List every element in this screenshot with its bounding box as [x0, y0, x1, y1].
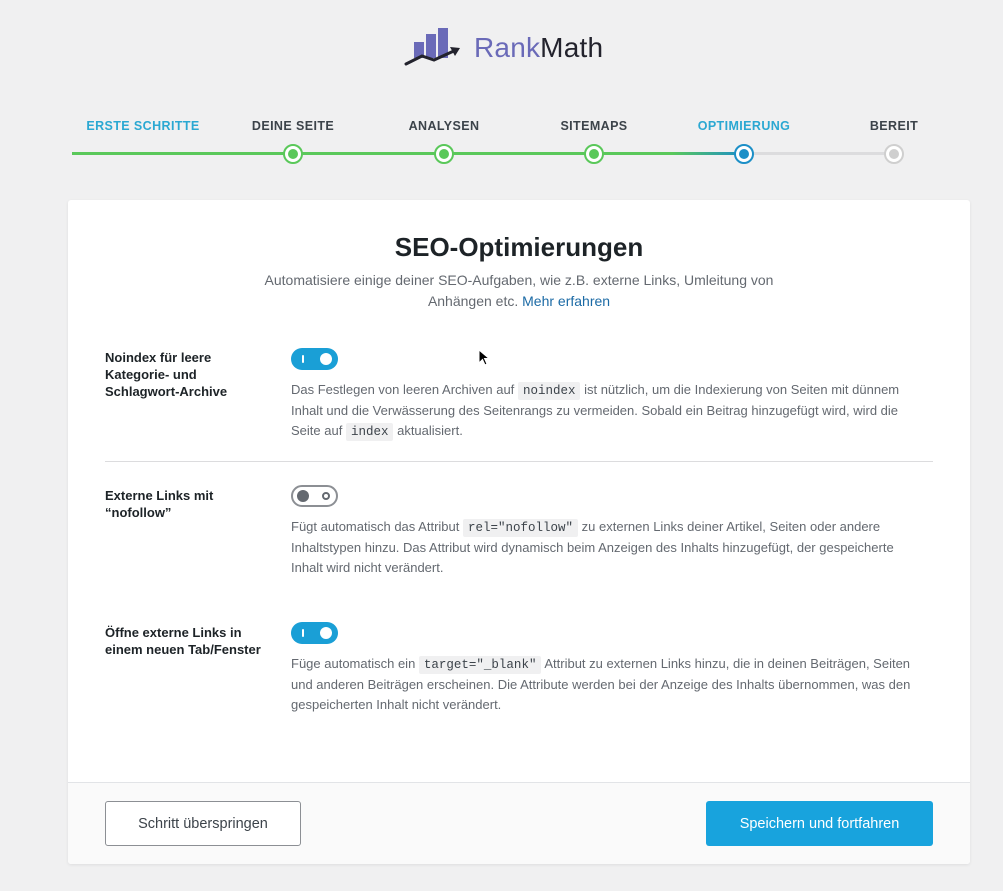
mouse-cursor-icon: [478, 349, 490, 366]
option-nofollow-description: Fügt automatisch das Attribut rel="nofol…: [291, 517, 921, 578]
stepper-track-done: [72, 152, 672, 155]
stepper-track-pending: [744, 152, 894, 155]
step-label-erste-schritte[interactable]: ERSTE SCHRITTE: [86, 119, 199, 133]
step-label-deine-seite[interactable]: DEINE SEITE: [252, 119, 334, 133]
option-noindex-toggle[interactable]: [291, 348, 338, 370]
option-new-tab-description: Füge automatisch ein target="_blank" Att…: [291, 654, 921, 715]
option-noindex-desc-a: Das Festlegen von leeren Archiven auf: [291, 382, 515, 397]
step-dot-bereit: [884, 144, 904, 164]
option-nofollow-desc-a: Fügt automatisch das Attribut: [291, 519, 460, 534]
option-noindex-code-b: index: [345, 423, 394, 441]
option-new-tab-toggle[interactable]: [291, 622, 338, 644]
option-nofollow-code-a: rel="nofollow": [463, 519, 579, 537]
page-description-line2: Anhängen etc.: [427, 293, 519, 309]
page-description-line1: Automatisiere einige deiner SEO-Aufgaben…: [264, 272, 774, 288]
step-dot-sitemaps[interactable]: [584, 144, 604, 164]
option-noindex-description: Das Festlegen von leeren Archiven auf no…: [291, 380, 921, 442]
setup-stepper: ERSTE SCHRITTE DEINE SEITE ANALYSEN SITE…: [0, 0, 1003, 180]
page-title: SEO-Optimierungen: [394, 232, 644, 262]
step-dot-deine-seite[interactable]: [283, 144, 303, 164]
learn-more-link[interactable]: Mehr erfahren: [522, 293, 610, 309]
option-new-tab-desc-a: Füge automatisch ein: [291, 656, 416, 671]
skip-step-button[interactable]: Schritt überspringen: [105, 801, 301, 846]
toggle-knob: [320, 353, 332, 365]
step-dot-analysen[interactable]: [434, 144, 454, 164]
option-divider: [105, 461, 933, 462]
toggle-knob: [297, 490, 309, 502]
footer-divider: [68, 782, 970, 783]
save-and-continue-button[interactable]: Speichern und fortfahren: [706, 801, 933, 846]
toggle-off-ring-icon: [322, 492, 330, 500]
page-description: Automatisiere einige deiner SEO-Aufgaben…: [250, 270, 788, 312]
toggle-knob: [320, 627, 332, 639]
option-new-tab-code-a: target="_blank": [418, 656, 542, 674]
step-dot-optimierung[interactable]: [734, 144, 754, 164]
option-noindex-desc-c: aktualisiert.: [397, 423, 463, 438]
option-new-tab-label: Öffne externe Links in einem neuen Tab/F…: [105, 625, 261, 657]
option-noindex-label: Noindex für leere Kategorie- und Schlagw…: [105, 350, 228, 399]
step-label-sitemaps[interactable]: SITEMAPS: [560, 119, 627, 133]
option-nofollow-label: Externe Links mit “nofollow”: [105, 488, 214, 520]
step-label-optimierung[interactable]: OPTIMIERUNG: [698, 119, 791, 133]
option-noindex-code-a: noindex: [517, 382, 581, 400]
toggle-on-bar-icon: [302, 355, 304, 363]
option-nofollow-toggle[interactable]: [291, 485, 338, 507]
step-label-analysen[interactable]: ANALYSEN: [409, 119, 480, 133]
toggle-on-bar-icon: [302, 629, 304, 637]
step-label-bereit: BEREIT: [869, 119, 919, 133]
